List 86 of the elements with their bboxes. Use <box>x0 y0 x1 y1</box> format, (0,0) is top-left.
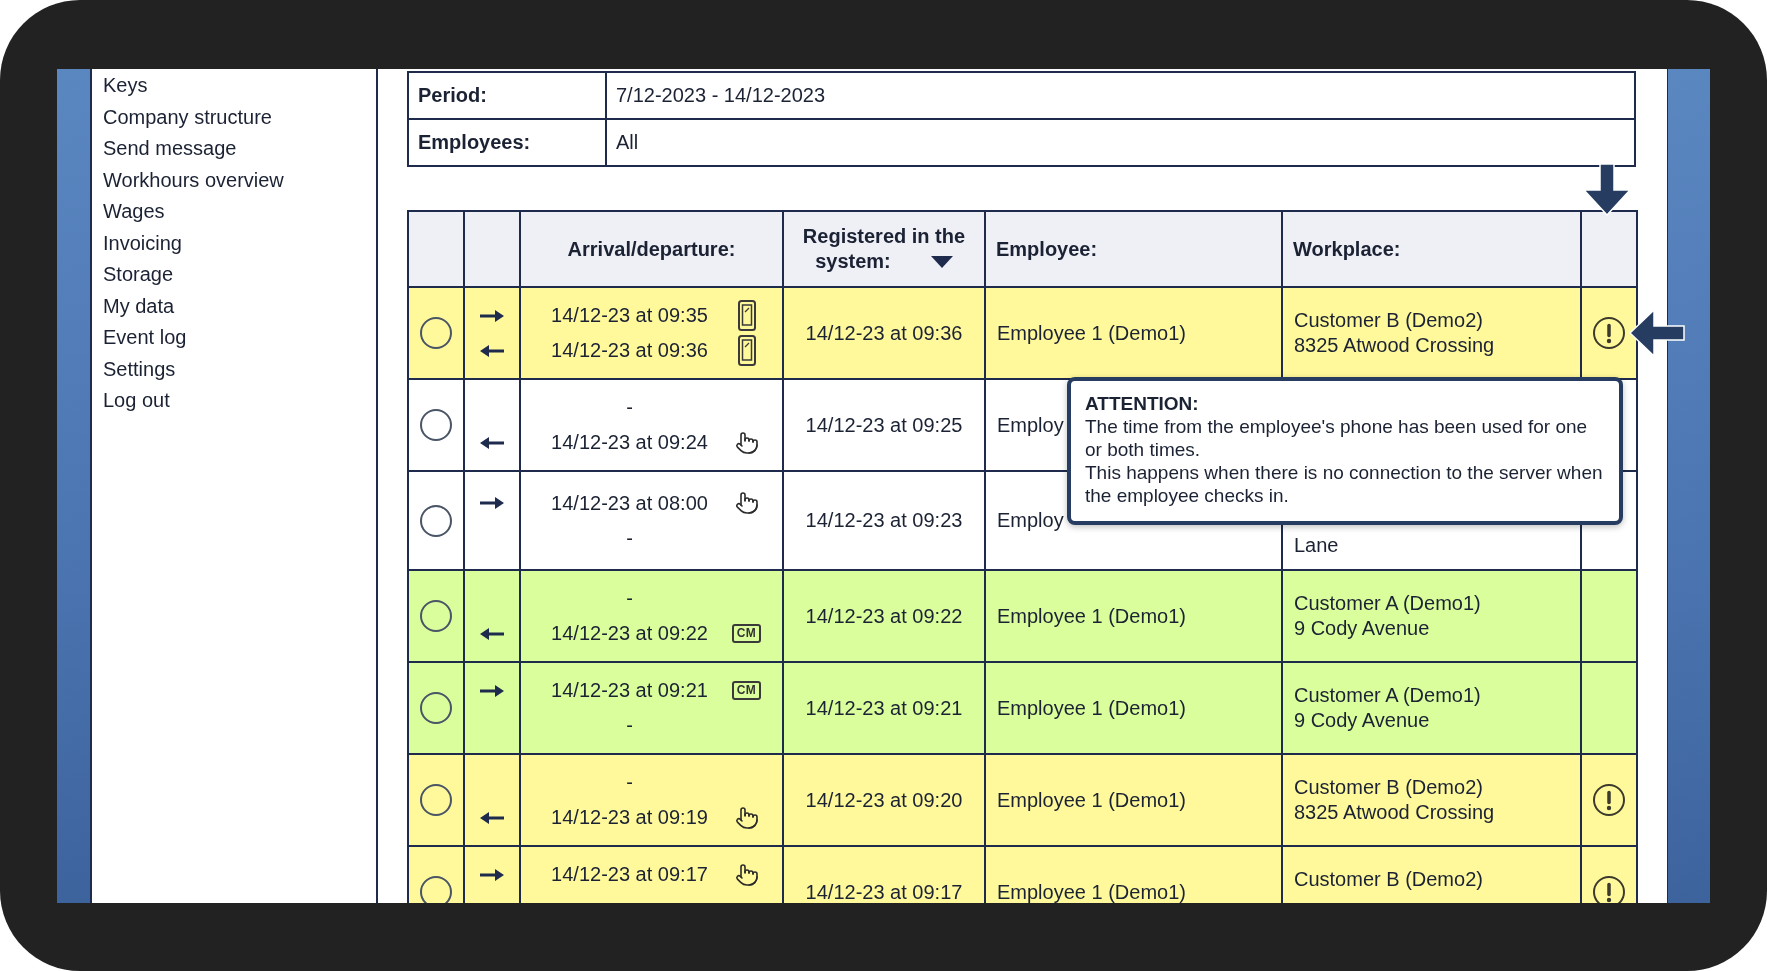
sidebar-link[interactable]: My data <box>103 290 175 322</box>
tooltip-text: This happens when there is no connection to the server when the employee checks in. <box>1085 461 1604 507</box>
workplace-line: 9 Cody Avenue <box>1294 708 1430 733</box>
arrival-time: 14/12-23 at 09:21 <box>551 679 708 701</box>
phone-icon <box>737 335 756 366</box>
employee-name: Employ <box>997 509 1064 531</box>
filter-label: Employees: <box>418 131 531 153</box>
workplace-line: Customer A (Demo1) <box>1294 683 1481 708</box>
right-arrow-icon <box>479 867 505 882</box>
left-arrow-icon <box>479 626 505 641</box>
departure-time: 14/12-23 at 09:36 <box>551 339 708 361</box>
employee-name: Employee 1 (Demo1) <box>997 788 1186 811</box>
right-arrow-icon <box>479 496 505 510</box>
warning-icon[interactable] <box>1593 784 1625 816</box>
sidebar-link[interactable]: Event log <box>103 322 187 354</box>
tooltip-title: ATTENTION: <box>1085 392 1199 415</box>
sidebar-link[interactable]: Log out <box>103 385 170 417</box>
left-arrow-icon <box>479 435 505 450</box>
filter-label: Period: <box>418 84 487 106</box>
cm-tag: CM <box>731 681 762 700</box>
tooltip-text: The time from the employee's phone has been used for one or both times. <box>1085 415 1589 461</box>
employee-name: Employee 1 (Demo1) <box>997 696 1186 719</box>
filter-value: 7/12-2023 - 14/12-2023 <box>616 84 826 106</box>
radio-button[interactable] <box>420 876 452 903</box>
sidebar-link[interactable]: Settings <box>103 353 176 385</box>
left-arrow-icon <box>479 810 505 825</box>
radio-button[interactable] <box>420 784 452 816</box>
employee-name: Employ <box>997 413 1064 436</box>
workplace-line: Lane <box>1294 533 1339 558</box>
hand-pointer-icon <box>734 491 759 515</box>
radio-button[interactable] <box>420 317 452 349</box>
sidebar-link[interactable]: Storage <box>103 259 174 291</box>
big-down-arrow-icon <box>1583 163 1631 216</box>
right-arrow-icon <box>479 308 505 323</box>
sidebar-link[interactable]: Workhours overview <box>103 164 284 196</box>
arrival-time: - <box>626 396 633 418</box>
hand-pointer-icon <box>734 805 759 830</box>
column-header: Workplace: <box>1293 236 1401 262</box>
arrival-time: 14/12-23 at 09:17 <box>551 863 708 885</box>
workplace-line: 9 Cody Avenue <box>1294 616 1430 641</box>
workplace-line: Customer B (Demo2) <box>1294 308 1483 333</box>
workplace-line: 8325 Atwood Crossing <box>1294 800 1495 825</box>
sidebar-link[interactable]: Company structure <box>103 101 272 133</box>
registered-time: 14/12-23 at 09:25 <box>805 413 963 436</box>
departure-time: 14/12-23 at 09:19 <box>551 806 708 828</box>
departure-time: - <box>626 526 633 549</box>
column-header: Employee: <box>996 236 1098 262</box>
workplace-line: 8325 Atwood Crossing <box>1294 333 1495 358</box>
arrival-time: - <box>626 771 633 793</box>
cm-tag: CM <box>731 624 762 643</box>
warning-icon[interactable] <box>1593 876 1625 903</box>
right-arrow-icon <box>479 683 505 698</box>
radio-button[interactable] <box>420 409 452 441</box>
radio-button[interactable] <box>420 692 452 724</box>
phone-icon <box>737 300 756 331</box>
filter-value: All <box>616 131 639 153</box>
workplace-line: Customer B (Demo2) <box>1294 775 1483 800</box>
radio-button[interactable] <box>420 504 452 537</box>
departure-time: 14/12-23 at 09:24 <box>551 431 708 453</box>
workplace-line: Customer A (Demo1) <box>1294 591 1481 616</box>
sidebar-link[interactable]: Invoicing <box>103 227 182 259</box>
big-left-arrow-icon <box>1629 309 1685 357</box>
employee-name: Employee 1 (Demo1) <box>997 321 1186 344</box>
left-arrow-icon <box>479 343 505 358</box>
arrival-time: 14/12-23 at 09:35 <box>551 304 708 326</box>
warning-icon[interactable] <box>1593 317 1625 349</box>
registered-time: 14/12-23 at 09:22 <box>805 604 963 627</box>
sidebar-link[interactable]: Keys <box>103 70 148 102</box>
hand-pointer-icon <box>734 862 759 887</box>
departure-time: - <box>626 714 633 736</box>
registered-time: 14/12-23 at 09:36 <box>805 321 963 344</box>
arrival-time: 14/12-23 at 08:00 <box>551 491 708 514</box>
employee-name: Employee 1 (Demo1) <box>997 604 1186 627</box>
arrival-time: - <box>626 587 633 609</box>
sidebar-link[interactable]: Send message <box>103 133 237 165</box>
column-header: Arrival/departure: <box>567 236 736 262</box>
registered-time: 14/12-23 at 09:17 <box>805 880 963 903</box>
radio-button[interactable] <box>420 600 452 632</box>
workplace-line: Customer B (Demo2) <box>1294 867 1483 892</box>
registered-time: 14/12-23 at 09:23 <box>805 509 963 531</box>
registered-time: 14/12-23 at 09:20 <box>805 788 963 811</box>
employee-name: Employee 1 (Demo1) <box>997 880 1186 903</box>
sidebar-link[interactable]: Wages <box>103 196 165 228</box>
departure-time: 14/12-23 at 09:22 <box>551 622 708 644</box>
registered-time: 14/12-23 at 09:21 <box>805 696 963 719</box>
hand-pointer-icon <box>734 430 759 455</box>
